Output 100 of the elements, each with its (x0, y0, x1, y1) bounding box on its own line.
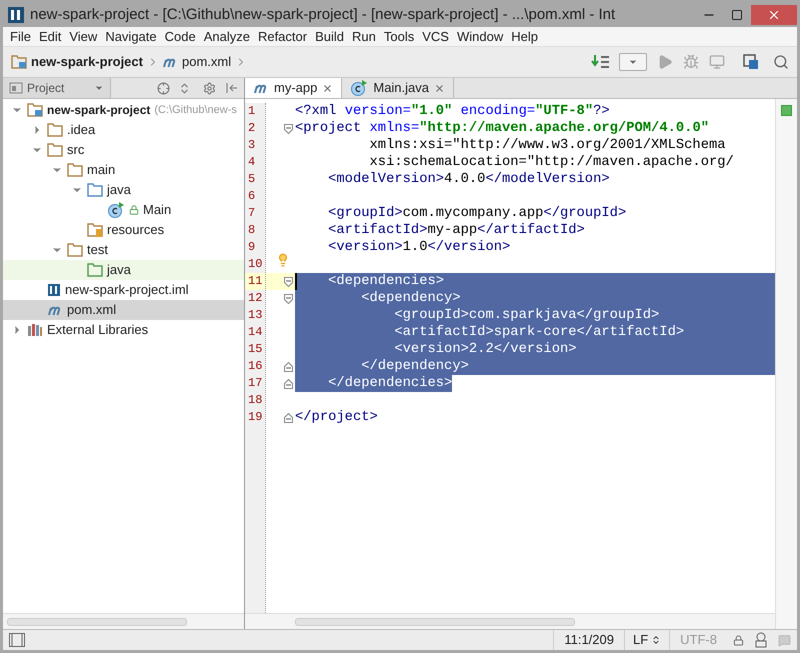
app-logo-icon (8, 7, 24, 23)
item-label: src (67, 141, 84, 160)
tree-item[interactable]: java (3, 260, 244, 280)
make-icon[interactable] (591, 54, 611, 70)
item-label: java (107, 181, 131, 200)
close-button[interactable] (751, 5, 797, 25)
item-label: .idea (67, 121, 96, 140)
menu-item[interactable]: View (65, 28, 102, 46)
line-number: 8 (247, 222, 256, 239)
code-line: </project> (295, 409, 378, 426)
lightbulb-icon[interactable] (276, 253, 290, 267)
code-line: <project xmlns="http://maven.apache.org/POM/4.0.0" (295, 120, 710, 137)
tree-item[interactable]: resources (3, 220, 244, 240)
menu-item[interactable]: VCS (418, 28, 453, 46)
project-view-selector[interactable]: Project (3, 78, 111, 98)
tree-item[interactable]: src (3, 140, 244, 160)
code-line: xsi:schemaLocation="http://maven.apache.org/ (368, 154, 734, 171)
menu-item[interactable]: Navigate (101, 28, 161, 46)
line-number: 9 (247, 239, 256, 256)
unfold-icon[interactable] (284, 412, 293, 422)
breadcrumb[interactable]: new-spark-project (31, 52, 143, 72)
line-number: 18 (247, 392, 264, 409)
line-number: 12 (247, 290, 264, 307)
menu-item[interactable]: Refactor (254, 28, 312, 46)
fold-icon[interactable] (284, 294, 293, 304)
tree-item[interactable]: new-spark-project (C:\Github\new-s (3, 100, 244, 120)
line-number: 11 (245, 273, 265, 290)
scrollbar[interactable] (7, 618, 187, 626)
folder-icon (67, 163, 83, 177)
line-number: 14 (247, 324, 264, 341)
folder-icon (47, 143, 63, 157)
tree-item[interactable]: External Libraries (3, 320, 244, 340)
item-label: Main (143, 201, 172, 220)
settings-icon[interactable] (203, 82, 216, 94)
code-line: <modelVersion>4.0.0</modelVersion> (327, 171, 610, 188)
menu-item[interactable]: Window (452, 28, 508, 46)
window-title: new-spark-project - [C:\Github\new-spark-project] - [new-spark-project] - ...\pom.xml - Int (30, 4, 616, 25)
menu-item[interactable]: Help (507, 28, 542, 46)
project-structure-icon[interactable] (743, 54, 759, 70)
item-label: pom.xml (67, 301, 116, 320)
menu-item[interactable]: Edit (34, 28, 66, 46)
no-problems-icon (781, 105, 792, 116)
search-icon[interactable] (773, 54, 789, 70)
debug-icon[interactable] (683, 54, 699, 70)
line-number: 13 (247, 307, 264, 324)
tree-item[interactable]: pom.xml (3, 300, 244, 320)
module-file-icon (47, 283, 61, 297)
scrollbar[interactable] (295, 618, 575, 626)
updown-icon[interactable] (651, 635, 662, 645)
unfold-icon[interactable] (284, 378, 293, 388)
inspector-icon[interactable] (754, 632, 768, 648)
tree-item[interactable]: .idea (3, 120, 244, 140)
line-number: 17 (247, 375, 264, 392)
class-icon (350, 80, 368, 96)
hide-panel-icon[interactable] (226, 82, 238, 94)
code-line: xmlns:xsi="http://www.w3.org/2001/XMLSchema (368, 137, 726, 154)
menu-item[interactable]: Run (348, 28, 380, 46)
fold-icon[interactable] (284, 124, 293, 134)
menu-item[interactable]: Code (160, 28, 200, 46)
maven-icon (253, 82, 269, 94)
close-tab-icon[interactable] (434, 82, 445, 94)
menu-item[interactable]: Analyze (200, 28, 254, 46)
tree-item[interactable]: new-spark-project.iml (3, 280, 244, 300)
coverage-icon[interactable] (709, 54, 725, 70)
line-number: 19 (247, 409, 264, 426)
item-label: main (87, 161, 116, 180)
item-label: External Libraries (47, 321, 148, 340)
tree-item[interactable]: main (3, 160, 244, 180)
item-label: resources (107, 221, 164, 240)
tree-item[interactable]: test (3, 240, 244, 260)
close-tab-icon[interactable] (322, 82, 334, 94)
tool-windows-icon[interactable] (9, 633, 25, 647)
item-path: (C:\Github\new-s (154, 102, 237, 118)
panel-title: Project (27, 80, 66, 97)
editor-tab[interactable]: my-app (245, 78, 342, 98)
line-number: 1 (247, 103, 256, 120)
line-separator[interactable]: LF (632, 630, 648, 650)
lock-icon[interactable] (733, 634, 744, 646)
maven-icon (47, 304, 63, 316)
tree-item[interactable]: Main (3, 200, 244, 220)
menu-item[interactable]: Build (311, 28, 348, 46)
maven-icon (162, 56, 178, 68)
run-icon[interactable] (657, 54, 673, 70)
locate-icon[interactable] (157, 82, 170, 94)
line-number: 2 (247, 120, 256, 137)
run-configuration-dropdown[interactable] (619, 53, 647, 71)
line-number: 4 (247, 154, 256, 171)
breadcrumb[interactable]: pom.xml (182, 52, 232, 72)
line-number: 6 (247, 188, 256, 205)
folder-icon (47, 123, 63, 137)
project-folder-icon (11, 55, 27, 69)
code-line: <artifactId>my-app</artifactId> (327, 222, 585, 239)
tree-item[interactable]: java (3, 180, 244, 200)
unfold-icon[interactable] (284, 362, 293, 372)
line-number: 10 (247, 256, 264, 273)
text-caret (295, 273, 297, 290)
caret-position[interactable]: 11:1/209 (553, 630, 624, 650)
menu-item[interactable]: Tools (380, 28, 418, 46)
menu-item[interactable]: File (6, 28, 35, 46)
fold-icon[interactable] (284, 276, 293, 286)
